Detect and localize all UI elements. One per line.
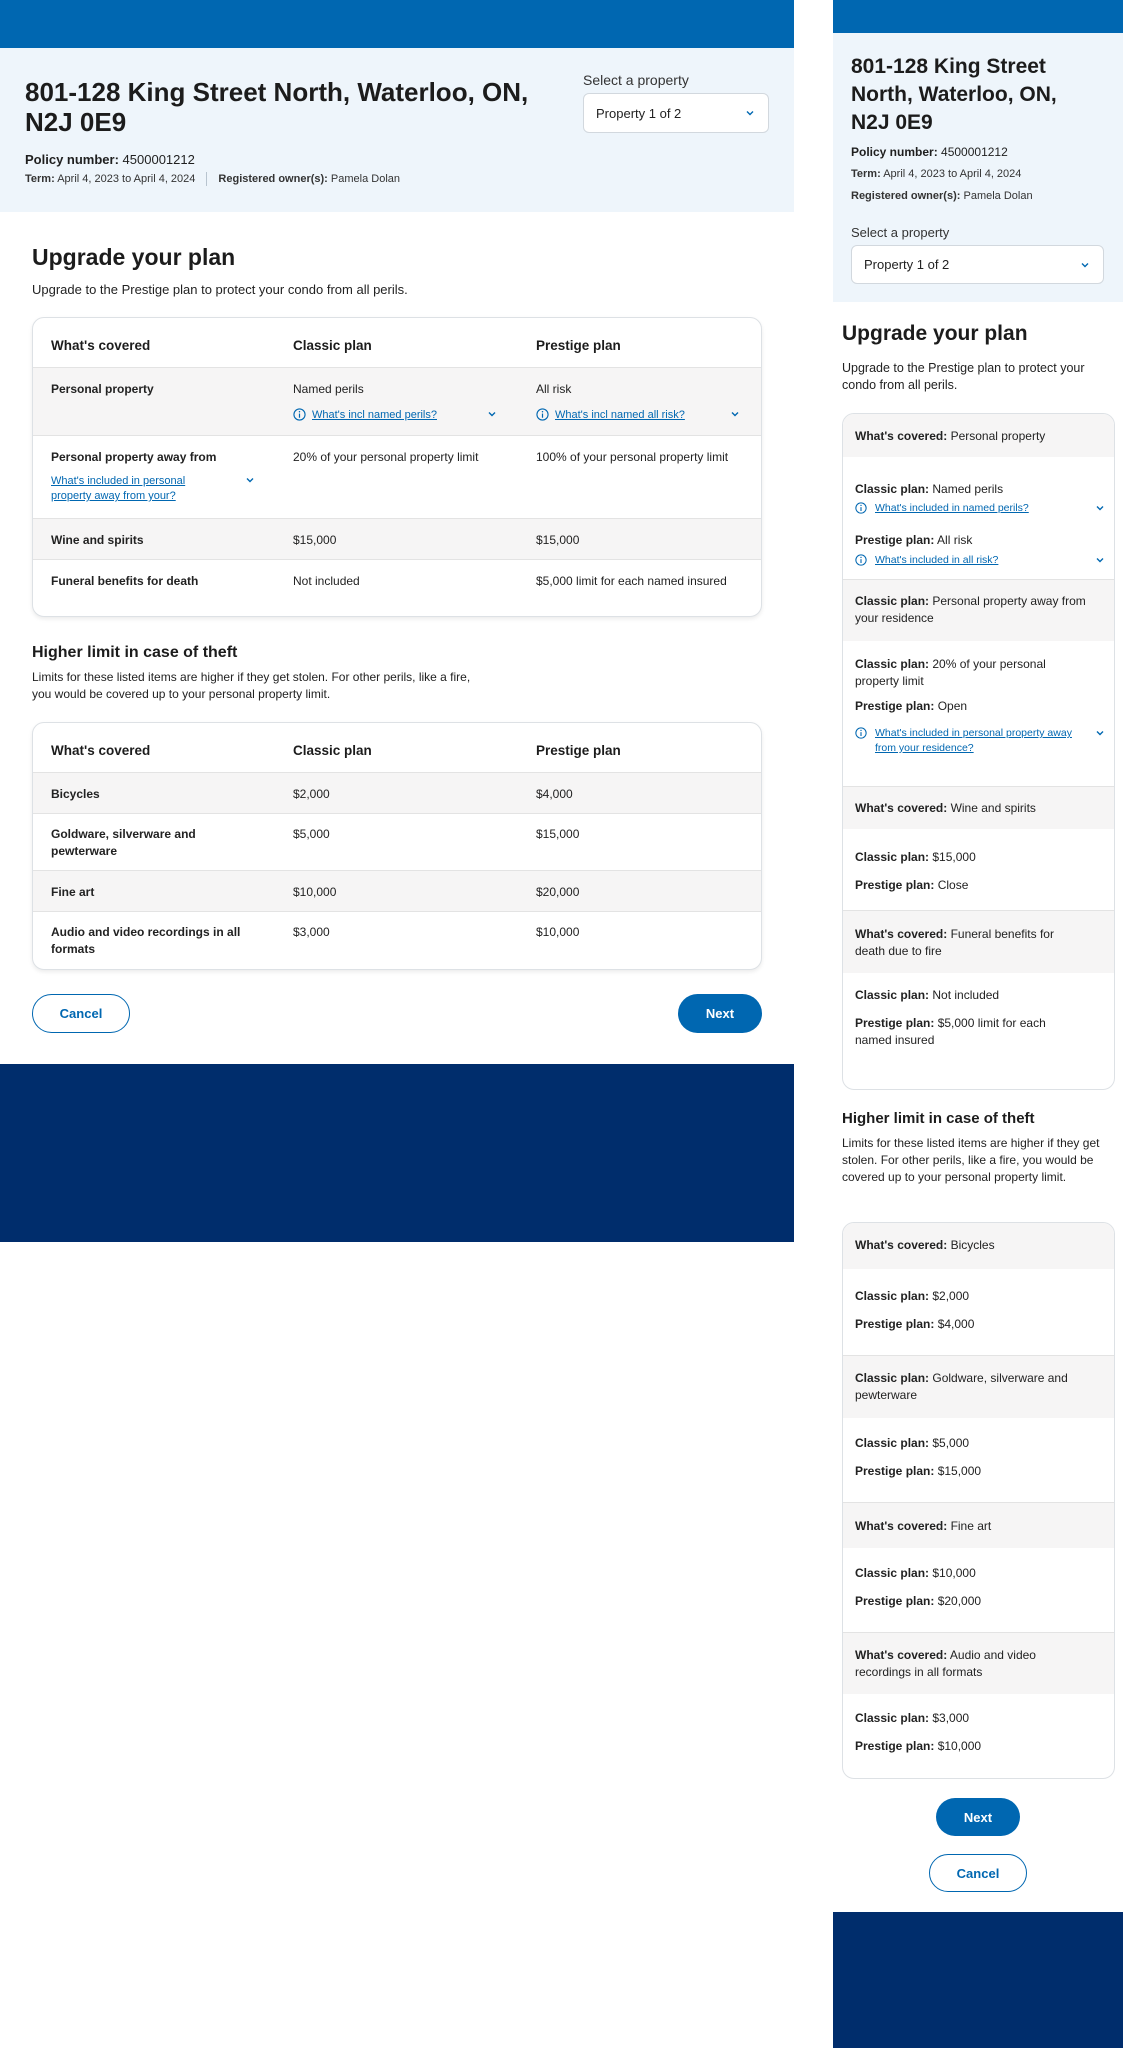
cancel-button[interactable]: Cancel — [929, 1854, 1027, 1892]
footer — [0, 1064, 794, 1242]
coverage-item-header: Classic plan: Personal property away fro… — [843, 579, 1114, 641]
col-header-whats-covered: What's covered — [51, 338, 151, 353]
table-row: Audio and video recordings in all format… — [33, 911, 761, 969]
coverage-table: What's covered Classic plan Prestige pla… — [32, 317, 762, 617]
property-address: 801-128 King Street North, Waterloo, ON,… — [851, 55, 1057, 134]
info-icon — [536, 408, 549, 421]
theft-item-header: What's covered: Fine art — [843, 1502, 1114, 1548]
theft-subtitle: Limits for these listed items are higher… — [842, 1136, 1100, 1184]
upgrade-title: Upgrade your plan — [842, 322, 1028, 345]
chevron-down-icon — [1096, 506, 1104, 511]
info-icon — [293, 408, 306, 421]
cancel-button[interactable]: Cancel — [32, 994, 130, 1033]
theft-item-body: Classic plan: $10,000 Prestige plan: $20… — [855, 1566, 982, 1608]
theft-item-header: What's covered: Bicycles — [843, 1223, 1114, 1269]
chevron-down-icon — [488, 412, 496, 417]
coverage-item-body: Classic plan: Not included Prestige plan… — [855, 988, 1046, 1047]
coverage-item-header: What's covered: Wine and spirits — [843, 786, 1114, 829]
coverage-item-header: What's covered: Funeral benefits for dea… — [843, 910, 1114, 973]
mobile-view: 801-128 King Street North, Waterloo, ON,… — [833, 0, 1123, 2048]
col-header-classic: Classic plan — [293, 338, 372, 353]
next-button[interactable]: Next — [678, 994, 762, 1033]
upgrade-subtitle: Upgrade to the Prestige plan to protect … — [32, 282, 408, 297]
coverage-card: What's covered: Personal property Classi… — [842, 413, 1115, 1090]
theft-item-header: What's covered: Audio and video recordin… — [843, 1632, 1114, 1694]
table-row: Wine and spirits $15,000 $15,000 — [33, 518, 761, 559]
table-row: Bicycles $2,000 $4,000 — [33, 772, 761, 813]
select-property-label: Select a property — [851, 225, 950, 240]
table-row: Fine art $10,000 $20,000 — [33, 870, 761, 911]
select-property-dropdown[interactable]: Property 1 of 2 — [583, 93, 769, 133]
col-header-prestige: Prestige plan — [536, 338, 621, 353]
theft-subtitle: Limits for these listed items are higher… — [32, 670, 471, 701]
chevron-down-icon — [744, 107, 756, 119]
table-row: Funeral benefits for death Not included … — [33, 559, 761, 616]
coverage-item-header: What's covered: Personal property — [843, 414, 1114, 457]
upgrade-title: Upgrade your plan — [32, 244, 236, 270]
away-from-residence-link[interactable]: What's included in personal property awa… — [855, 726, 1105, 756]
chevron-down-icon — [1096, 731, 1104, 736]
next-button[interactable]: Next — [936, 1798, 1020, 1836]
theft-title: Higher limit in case of theft — [32, 644, 238, 661]
term: Term: April 4, 2023 to April 4, 2024 — [851, 168, 1022, 180]
theft-table: What's covered Classic plan Prestige pla… — [32, 722, 762, 970]
table-row: Goldware, silverware and pewterware $5,0… — [33, 813, 761, 870]
property-header: 801-128 King Street North, Waterloo, ON,… — [833, 33, 1123, 302]
policy-number: Policy number: 4500001212 — [851, 145, 1008, 159]
policy-meta: Term: April 4, 2023 to April 4, 2024 Reg… — [25, 172, 400, 186]
registered-owner: Registered owner(s): Pamela Dolan — [851, 190, 1033, 202]
policy-number: Policy number: 4500001212 — [25, 152, 195, 167]
table-row: Personal property away from What's inclu… — [33, 435, 761, 518]
coverage-item-body: Classic plan: 20% of your personal prope… — [843, 641, 1114, 786]
chevron-down-icon — [1079, 259, 1091, 271]
chevron-down-icon — [246, 478, 254, 483]
theft-card: What's covered: Bicycles Classic plan: $… — [842, 1222, 1115, 1779]
theft-title: Higher limit in case of theft — [842, 1110, 1035, 1127]
meta-divider — [206, 172, 208, 186]
all-risk-link[interactable]: What's included in all risk? — [855, 553, 1105, 568]
chevron-down-icon — [1096, 558, 1104, 563]
named-perils-link[interactable]: What's incl named perils? — [293, 408, 497, 423]
info-icon — [855, 727, 867, 739]
theft-item-body: Classic plan: $2,000 Prestige plan: $4,0… — [855, 1289, 975, 1331]
coverage-item-body: Classic plan: $15,000 Prestige plan: Clo… — [855, 850, 976, 892]
away-from-residence-link[interactable]: What's included in personal property awa… — [51, 474, 255, 504]
select-property-label: Select a property — [583, 72, 689, 88]
footer — [833, 1912, 1123, 2048]
property-header: 801-128 King Street North, Waterloo, ON,… — [0, 48, 794, 212]
theft-item-header: Classic plan: Goldware, silverware and p… — [843, 1355, 1114, 1418]
upgrade-subtitle: Upgrade to the Prestige plan to protect … — [842, 361, 1085, 392]
named-perils-link[interactable]: What's included in named perils? — [855, 501, 1105, 516]
theft-item-body: Classic plan: $3,000 Prestige plan: $10,… — [855, 1711, 982, 1753]
all-risk-link[interactable]: What's incl named all risk? — [536, 408, 740, 423]
coverage-item-body: Classic plan: Named perils What's includ… — [843, 457, 1114, 579]
top-brand-bar — [0, 0, 794, 48]
table-row: Personal property Named perils All risk … — [33, 367, 761, 435]
theft-item-body: Classic plan: $5,000 Prestige plan: $15,… — [855, 1436, 982, 1478]
desktop-view: 801-128 King Street North, Waterloo, ON,… — [0, 0, 794, 1242]
info-icon — [855, 554, 867, 566]
select-property-dropdown[interactable]: Property 1 of 2 — [851, 245, 1104, 284]
registered-owner: Registered owner(s): Pamela Dolan — [218, 173, 400, 185]
chevron-down-icon — [731, 412, 739, 417]
property-address: 801-128 King Street North, Waterloo, ON,… — [25, 77, 529, 137]
info-icon — [855, 502, 867, 514]
term: Term: April 4, 2023 to April 4, 2024 — [25, 173, 196, 185]
table-header-row: What's covered Classic plan Prestige pla… — [51, 743, 621, 758]
top-brand-bar — [833, 0, 1123, 33]
table-header-row: What's covered Classic plan Prestige pla… — [33, 318, 761, 367]
